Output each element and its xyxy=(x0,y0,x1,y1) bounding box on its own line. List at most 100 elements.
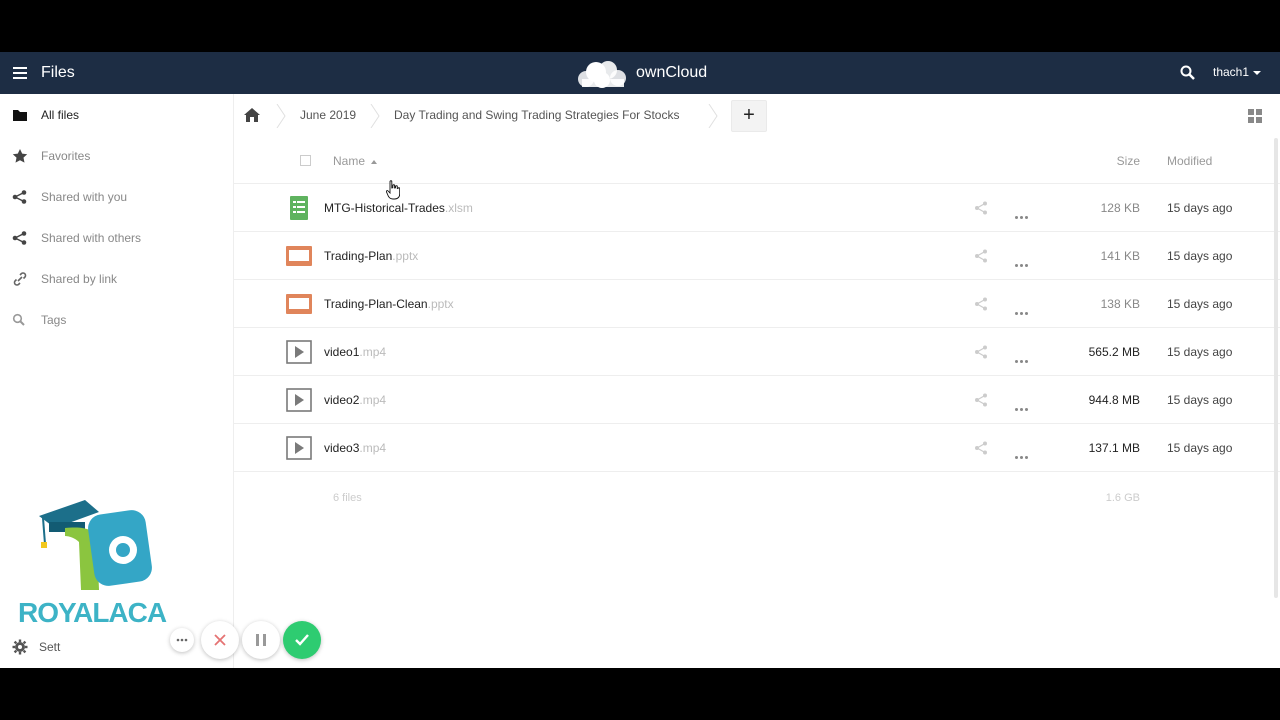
share-icon[interactable] xyxy=(974,441,988,455)
watermark-text: ROYALACA xyxy=(18,597,167,628)
file-basename: MTG-Historical-Trades xyxy=(324,201,445,215)
star-icon xyxy=(12,149,28,163)
file-name[interactable]: video1.mp4 xyxy=(324,345,386,359)
confirm-button[interactable] xyxy=(283,621,321,659)
file-size: 128 KB xyxy=(1100,201,1140,215)
top-header: Files ownCloud thach1 xyxy=(0,52,1280,94)
folder-icon xyxy=(13,110,27,121)
breadcrumb-separator-icon xyxy=(708,104,718,128)
more-actions-icon[interactable] xyxy=(1015,398,1031,411)
file-name[interactable]: Trading-Plan.pptx xyxy=(324,249,418,263)
cancel-button[interactable] xyxy=(201,621,239,659)
file-extension: .mp4 xyxy=(359,345,387,359)
file-size: 138 KB xyxy=(1100,297,1140,311)
search-icon[interactable] xyxy=(1180,65,1196,81)
file-modified: 15 days ago xyxy=(1167,201,1233,215)
share-icon[interactable] xyxy=(974,297,988,311)
file-modified: 15 days ago xyxy=(1167,345,1233,359)
share-icon[interactable] xyxy=(974,393,988,407)
file-name[interactable]: MTG-Historical-Trades.xlsm xyxy=(324,201,473,215)
share-icon[interactable] xyxy=(974,249,988,263)
more-actions-icon[interactable] xyxy=(1015,254,1031,267)
file-size: 141 KB xyxy=(1100,249,1140,263)
brand-name: ownCloud xyxy=(636,64,708,81)
file-row[interactable]: video2.mp4 944.8 MB 15 days ago xyxy=(234,376,1280,424)
file-name[interactable]: video3.mp4 xyxy=(324,441,386,455)
file-row[interactable]: Trading-Plan.pptx 141 KB 15 days ago xyxy=(234,232,1280,280)
grid-view-icon[interactable] xyxy=(1248,109,1262,123)
new-file-button[interactable]: + xyxy=(731,100,767,132)
home-icon[interactable] xyxy=(244,108,260,122)
check-icon xyxy=(295,634,309,646)
file-size: 565.2 MB xyxy=(1088,345,1140,359)
user-name: thach1 xyxy=(1213,65,1250,79)
pause-button[interactable] xyxy=(242,621,280,659)
column-header-name[interactable]: Name xyxy=(333,154,378,168)
sidebar-item-shared-with-others[interactable]: Shared with others xyxy=(0,217,233,258)
app-title[interactable]: Files xyxy=(41,64,75,82)
sidebar-item-tags[interactable]: Tags xyxy=(0,299,233,340)
file-modified: 15 days ago xyxy=(1167,393,1233,407)
scrollbar[interactable] xyxy=(1274,138,1278,598)
owncloud-window: Files ownCloud thach1 All files Favorite… xyxy=(0,52,1280,668)
pause-icon xyxy=(256,634,266,646)
share-icon xyxy=(12,190,27,204)
file-name[interactable]: video2.mp4 xyxy=(324,393,386,407)
sidebar: All files Favorites Shared with you Shar… xyxy=(0,94,234,668)
breadcrumb-item-june-2019[interactable]: June 2019 xyxy=(300,108,356,122)
file-modified: 15 days ago xyxy=(1167,249,1233,263)
more-options-button[interactable] xyxy=(170,628,194,652)
brand-logo[interactable]: ownCloud xyxy=(572,57,712,89)
file-name[interactable]: Trading-Plan-Clean.pptx xyxy=(324,297,454,311)
sidebar-item-shared-with-you[interactable]: Shared with you xyxy=(0,176,233,217)
video-file-icon xyxy=(286,436,312,460)
hamburger-menu-icon[interactable] xyxy=(13,67,27,79)
column-header-modified[interactable]: Modified xyxy=(1167,154,1212,168)
file-row[interactable]: video3.mp4 137.1 MB 15 days ago xyxy=(234,424,1280,472)
breadcrumb-separator-icon xyxy=(276,104,286,128)
user-menu[interactable]: thach1 xyxy=(1213,65,1262,79)
cloud-logo-icon xyxy=(578,61,626,88)
breadcrumb-item-current-folder[interactable]: Day Trading and Swing Trading Strategies… xyxy=(394,108,679,122)
close-icon xyxy=(214,634,226,646)
share-icon xyxy=(12,231,27,245)
sidebar-item-all-files[interactable]: All files xyxy=(0,94,233,135)
file-extension: .xlsm xyxy=(444,201,473,215)
sort-ascending-icon xyxy=(371,159,378,164)
share-icon[interactable] xyxy=(974,345,988,359)
presentation-file-icon xyxy=(286,246,312,266)
breadcrumb-separator-icon xyxy=(370,104,380,128)
file-extension: .pptx xyxy=(392,249,419,263)
file-table-header: Name Size Modified xyxy=(234,138,1280,184)
settings-button[interactable]: Sett xyxy=(12,639,60,658)
presentation-file-icon xyxy=(286,294,312,314)
tag-search-icon xyxy=(12,313,25,326)
sidebar-item-label: Shared with you xyxy=(41,190,128,204)
file-basename: Trading-Plan xyxy=(324,249,393,263)
chevron-down-icon xyxy=(1253,70,1262,75)
more-actions-icon[interactable] xyxy=(1015,446,1031,459)
more-actions-icon[interactable] xyxy=(1015,206,1031,219)
sidebar-item-label: Shared by link xyxy=(41,272,118,286)
sidebar-item-label: Favorites xyxy=(41,149,91,163)
sidebar-item-favorites[interactable]: Favorites xyxy=(0,135,233,176)
hand-cursor-icon xyxy=(386,180,400,200)
file-extension: .mp4 xyxy=(359,393,387,407)
sidebar-item-shared-by-link[interactable]: Shared by link xyxy=(0,258,233,299)
spreadsheet-file-icon xyxy=(290,196,308,220)
link-icon xyxy=(13,272,27,286)
column-header-size[interactable]: Size xyxy=(1117,154,1140,168)
more-actions-icon[interactable] xyxy=(1015,350,1031,363)
file-row[interactable]: Trading-Plan-Clean.pptx 138 KB 15 days ago xyxy=(234,280,1280,328)
video-file-icon xyxy=(286,388,312,412)
share-icon[interactable] xyxy=(974,201,988,215)
file-basename: Trading-Plan-Clean xyxy=(324,297,428,311)
file-modified: 15 days ago xyxy=(1167,297,1233,311)
file-row[interactable]: video1.mp4 565.2 MB 15 days ago xyxy=(234,328,1280,376)
file-extension: .pptx xyxy=(427,297,454,311)
sidebar-item-label: Tags xyxy=(41,313,67,327)
select-all-checkbox[interactable] xyxy=(300,155,311,166)
more-actions-icon[interactable] xyxy=(1015,302,1031,315)
file-modified: 15 days ago xyxy=(1167,441,1233,455)
gear-icon xyxy=(12,639,28,655)
